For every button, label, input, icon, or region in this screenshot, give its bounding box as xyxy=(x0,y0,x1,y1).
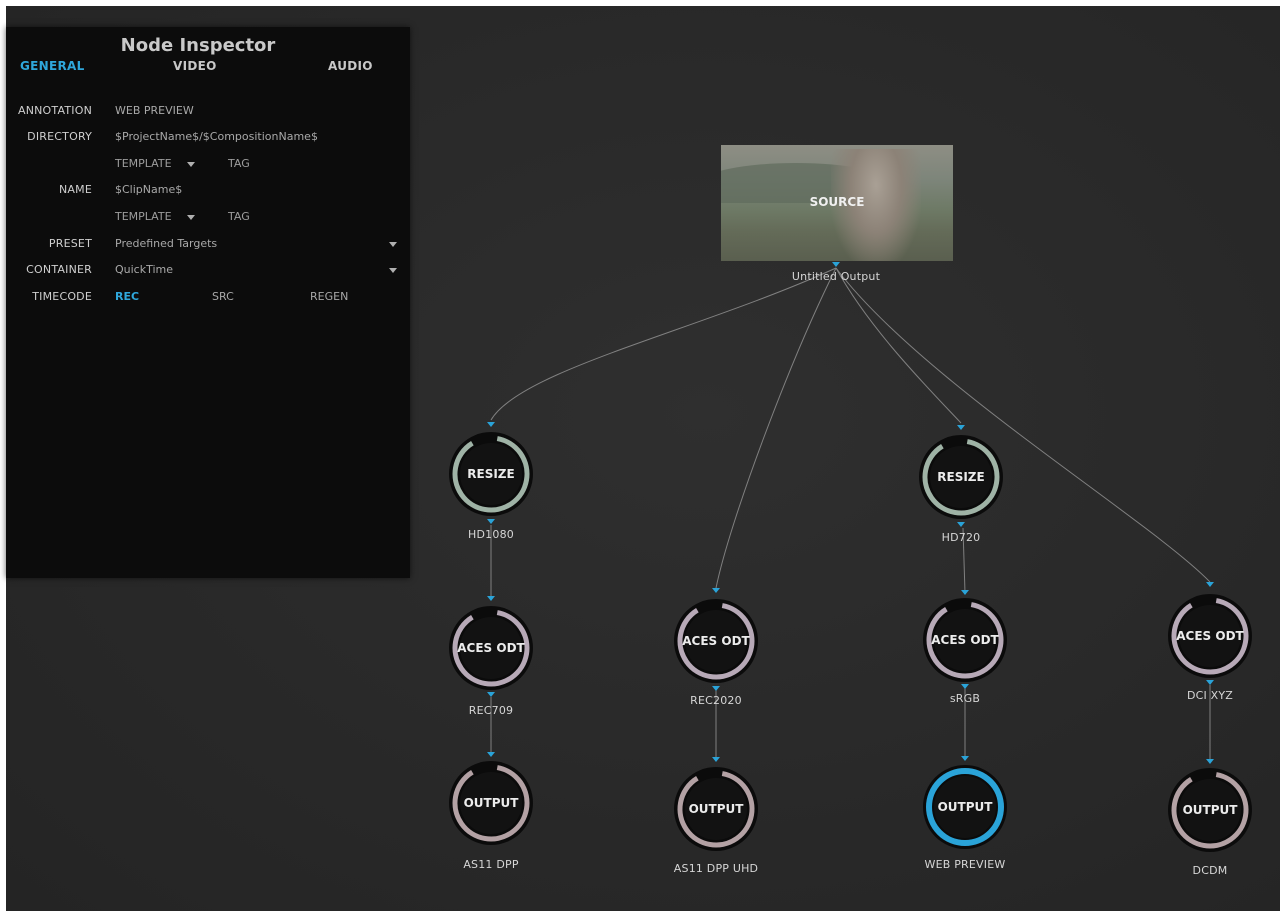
node-label: OUTPUT xyxy=(688,802,744,816)
name-label: NAME xyxy=(59,183,92,196)
aces-odt-node-dcixyz[interactable]: ACES ODT xyxy=(1165,591,1255,681)
output-as11uhd-input-port[interactable] xyxy=(712,757,720,762)
node-inspector-panel: Node Inspector GENERAL VIDEO AUDIO ANNOT… xyxy=(6,27,410,578)
source-output-port[interactable] xyxy=(832,262,840,267)
name-field[interactable]: $ClipName$ xyxy=(115,183,182,196)
resize-node-hd1080[interactable]: RESIZE xyxy=(446,429,536,519)
tab-general[interactable]: GENERAL xyxy=(20,59,85,73)
directory-label: DIRECTORY xyxy=(27,130,92,143)
source-node[interactable]: SOURCE xyxy=(721,145,953,261)
odt-rec709-input-port[interactable] xyxy=(487,596,495,601)
directory-template-dropdown[interactable]: TEMPLATE xyxy=(115,157,172,170)
node-caption: AS11 DPP xyxy=(463,858,519,871)
output-node-dcdm[interactable]: OUTPUT xyxy=(1165,765,1255,855)
resize-node-hd720[interactable]: RESIZE xyxy=(916,432,1006,522)
node-caption: WEB PREVIEW xyxy=(924,858,1006,871)
tab-audio[interactable]: AUDIO xyxy=(328,59,373,73)
resize-hd720-input-port[interactable] xyxy=(957,425,965,430)
name-template-dropdown[interactable]: TEMPLATE xyxy=(115,210,172,223)
preset-select[interactable]: Predefined Targets xyxy=(115,237,217,250)
port[interactable] xyxy=(712,686,720,691)
annotation-field[interactable]: WEB PREVIEW xyxy=(115,104,194,117)
output-dcdm-input-port[interactable] xyxy=(1206,759,1214,764)
timecode-label: TIMECODE xyxy=(32,290,92,303)
preset-label: PRESET xyxy=(48,237,92,250)
node-caption: HD1080 xyxy=(468,528,514,541)
source-caption: Untitled Output xyxy=(791,270,881,283)
container-select[interactable]: QuickTime xyxy=(115,263,173,276)
chevron-down-icon[interactable] xyxy=(187,162,195,167)
timecode-option-rec[interactable]: REC xyxy=(115,290,139,303)
node-caption: AS11 DPP UHD xyxy=(673,862,759,875)
name-tag-button[interactable]: TAG xyxy=(228,210,250,223)
output-web-input-port[interactable] xyxy=(961,756,969,761)
aces-odt-node-rec2020[interactable]: ACES ODT xyxy=(671,596,761,686)
timecode-option-regen[interactable]: REGEN xyxy=(310,290,348,303)
port[interactable] xyxy=(961,684,969,689)
node-label: ACES ODT xyxy=(457,641,525,655)
odt-dcixyz-input-port[interactable] xyxy=(1206,582,1214,587)
port[interactable] xyxy=(487,692,495,697)
port[interactable] xyxy=(1206,680,1214,685)
node-label: OUTPUT xyxy=(937,800,993,814)
node-label: RESIZE xyxy=(937,470,985,484)
node-caption: DCDM xyxy=(1192,864,1228,877)
chevron-down-icon[interactable] xyxy=(187,215,195,220)
source-node-label: SOURCE xyxy=(809,195,865,209)
node-label: ACES ODT xyxy=(1176,629,1244,643)
annotation-label: ANNOTATION xyxy=(17,104,92,117)
timecode-option-src[interactable]: SRC xyxy=(212,290,234,303)
container-label: CONTAINER xyxy=(26,263,92,276)
chevron-down-icon[interactable] xyxy=(389,242,397,247)
node-label: RESIZE xyxy=(467,467,515,481)
port[interactable] xyxy=(487,519,495,524)
odt-rec2020-input-port[interactable] xyxy=(712,588,720,593)
directory-tag-button[interactable]: TAG xyxy=(228,157,250,170)
output-node-as11-dpp[interactable]: OUTPUT xyxy=(446,758,536,848)
port[interactable] xyxy=(957,522,965,527)
resize-hd1080-input-port[interactable] xyxy=(487,422,495,427)
node-caption: sRGB xyxy=(949,692,981,705)
node-label: OUTPUT xyxy=(463,796,519,810)
output-node-as11-dpp-uhd[interactable]: OUTPUT xyxy=(671,764,761,854)
node-caption: REC709 xyxy=(468,704,514,717)
node-label: ACES ODT xyxy=(931,633,999,647)
inspector-title: Node Inspector xyxy=(120,35,276,56)
node-label: OUTPUT xyxy=(1182,803,1238,817)
node-caption: HD720 xyxy=(941,531,981,544)
node-label: ACES ODT xyxy=(682,634,750,648)
aces-odt-node-srgb[interactable]: ACES ODT xyxy=(920,595,1010,685)
tab-video[interactable]: VIDEO xyxy=(173,59,217,73)
node-caption: DCI XYZ xyxy=(1186,689,1234,702)
node-caption: REC2020 xyxy=(690,694,742,707)
output-node-web-preview[interactable]: OUTPUT xyxy=(920,762,1010,852)
aces-odt-node-rec709[interactable]: ACES ODT xyxy=(446,603,536,693)
chevron-down-icon[interactable] xyxy=(389,268,397,273)
directory-field[interactable]: $ProjectName$/$CompositionName$ xyxy=(115,130,318,143)
output-as11-input-port[interactable] xyxy=(487,752,495,757)
